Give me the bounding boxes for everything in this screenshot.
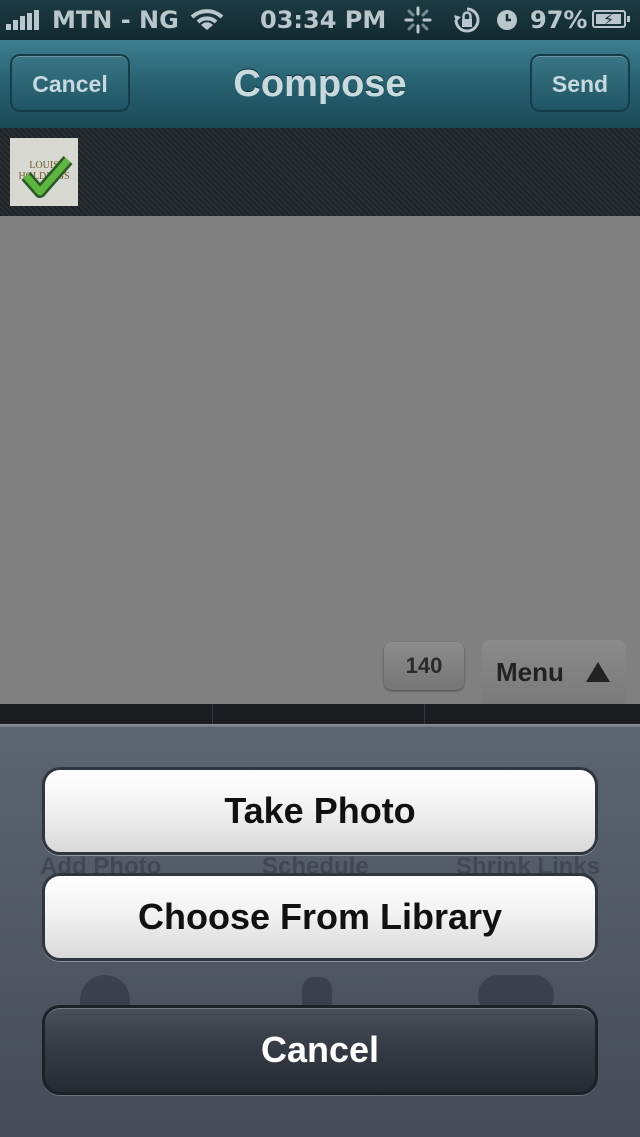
character-counter: 140 bbox=[384, 642, 464, 690]
compose-text-area[interactable]: 140 Menu bbox=[0, 216, 640, 704]
wifi-icon bbox=[190, 9, 224, 30]
nav-cancel-button[interactable]: Cancel bbox=[10, 54, 130, 112]
menu-toggle-button[interactable]: Menu bbox=[482, 640, 626, 704]
menu-label: Menu bbox=[496, 657, 564, 687]
navigation-bar: Cancel Compose Send bbox=[0, 40, 640, 129]
attachment-strip: LOUIS HOLDINGS bbox=[0, 128, 640, 216]
cancel-button[interactable]: Cancel bbox=[42, 1005, 598, 1095]
action-sheet: Add Photo Schedule Shrink Links Take Pho… bbox=[0, 724, 640, 1137]
checkmark-icon bbox=[21, 156, 73, 198]
attachment-thumbnail[interactable]: LOUIS HOLDINGS bbox=[10, 138, 78, 206]
compose-toolbar bbox=[0, 704, 640, 724]
activity-spinner-icon bbox=[404, 6, 432, 34]
triangle-up-icon bbox=[586, 662, 610, 682]
alarm-clock-icon bbox=[497, 10, 517, 30]
battery-percent: 97% bbox=[530, 6, 588, 34]
battery-charging-icon: ⚡ bbox=[592, 10, 630, 29]
take-photo-button[interactable]: Take Photo bbox=[42, 767, 598, 855]
choose-from-library-button[interactable]: Choose From Library bbox=[42, 873, 598, 961]
page-title: Compose bbox=[233, 63, 407, 105]
carrier-name: MTN - NG bbox=[52, 6, 179, 34]
signal-icon bbox=[6, 10, 46, 30]
status-bar: MTN - NG 03:34 PM 97% ⚡ bbox=[0, 0, 640, 40]
orientation-lock-icon bbox=[454, 7, 480, 33]
send-button[interactable]: Send bbox=[530, 54, 630, 112]
status-time: 03:34 PM bbox=[260, 6, 387, 34]
